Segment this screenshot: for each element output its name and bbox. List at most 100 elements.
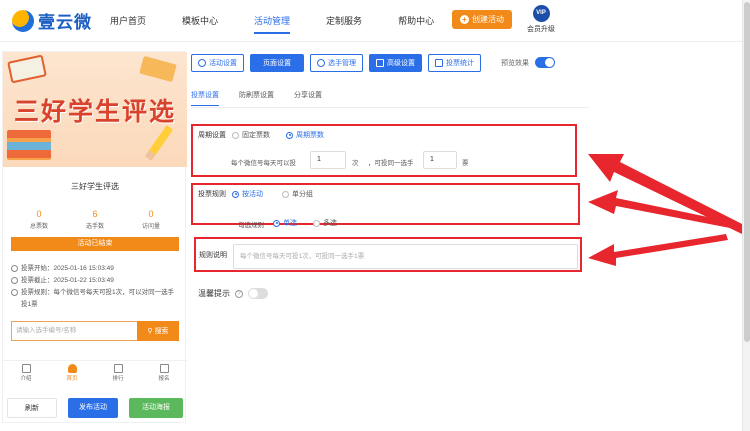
- radio-single-choice[interactable]: 单选: [273, 218, 297, 228]
- tab-label: 首页: [66, 376, 78, 382]
- page-scrollbar[interactable]: [742, 0, 750, 431]
- description-label: 规则说明: [199, 252, 227, 259]
- book-icon: [7, 54, 47, 84]
- button-label: 投票统计: [446, 60, 474, 67]
- subtab-divider: [191, 107, 589, 108]
- main-nav: 用户首页 模板中心 活动管理 定制服务 帮助中心: [110, 14, 470, 34]
- page-settings-button[interactable]: 页面设置: [250, 54, 304, 72]
- button-label: 高级设置: [387, 60, 415, 67]
- stat-value: 6: [92, 209, 98, 219]
- plus-icon: +: [460, 15, 469, 24]
- stat-total-votes: 0 总票数: [11, 209, 67, 230]
- radio-dot: [273, 219, 280, 227]
- button-label: 选手管理: [328, 60, 356, 67]
- player-management-button[interactable]: 选手管理: [310, 54, 363, 72]
- refresh-button[interactable]: 刷新: [7, 398, 57, 418]
- tab-home[interactable]: 首页: [49, 361, 95, 384]
- same-player-input[interactable]: 1: [423, 151, 457, 169]
- radio-dot: [282, 190, 289, 198]
- tab-ranking[interactable]: 排行: [95, 361, 141, 384]
- red-arrow-icon: [588, 234, 728, 266]
- vote-stats-button[interactable]: 投票统计: [428, 54, 481, 72]
- gear-icon: [198, 59, 206, 67]
- logo-icon: [12, 9, 34, 32]
- help-icon[interactable]: ?: [235, 289, 243, 298]
- info-rule: 投票规则：每个微信号每天可投1次，可以对同一选手投1票: [11, 287, 179, 311]
- stat-value: 0: [148, 209, 154, 219]
- check-rule-label: 勾选规则: [238, 222, 264, 229]
- stat-players: 6 选手数: [67, 209, 123, 230]
- stat-label: 选手数: [85, 224, 104, 230]
- publish-button[interactable]: 发布活动: [68, 398, 118, 418]
- clock-icon: [11, 265, 18, 272]
- per-day-input[interactable]: 1: [310, 151, 346, 169]
- clock-icon: [11, 277, 18, 284]
- advanced-settings-button[interactable]: 高级设置: [369, 54, 422, 72]
- radio-label: 按活动: [242, 191, 263, 198]
- radio-dot: [232, 190, 239, 198]
- settings-subtabs: 投票设置 防刷票设置 分享设置: [191, 90, 342, 106]
- info-start: 投票开始：2025-01-16 15:03:49: [11, 263, 179, 275]
- nav-item-home[interactable]: 用户首页: [110, 14, 146, 27]
- activity-settings-button[interactable]: 活动设置: [191, 54, 244, 72]
- subtab-anti-cheat[interactable]: 防刷票设置: [239, 90, 274, 106]
- radio-fixed-votes[interactable]: 固定票数: [232, 130, 270, 140]
- preview-toggle-row: 预览效果: [501, 57, 555, 68]
- poster-button[interactable]: 活动海报: [129, 398, 183, 418]
- radio-dot: [286, 131, 293, 139]
- info-start-text: 投票开始：2025-01-16 15:03:49: [21, 265, 114, 272]
- nav-item-templates[interactable]: 模板中心: [182, 14, 218, 27]
- same-player-prefix: ，可投同一选手: [368, 160, 414, 167]
- radio-cycle-votes[interactable]: 周期票数: [286, 130, 324, 140]
- tab-label: 报名: [158, 376, 170, 382]
- tip-label: 温馨提示: [198, 289, 230, 298]
- info-end: 投票截止：2025-01-22 15:03:49: [11, 275, 179, 287]
- tab-signup[interactable]: 报名: [141, 361, 187, 384]
- button-label: 活动设置: [209, 60, 237, 67]
- rule-description-textarea[interactable]: 每个微信号每天可投1次，可投同一选手1票: [233, 244, 578, 269]
- info-end-text: 投票截止：2025-01-22 15:03:49: [21, 277, 114, 284]
- stat-label: 总票数: [29, 224, 48, 230]
- top-bar: 壹云微 用户首页 模板中心 活动管理 定制服务 帮助中心 + 创建活动 VIP …: [0, 0, 750, 42]
- stat-label: 访问量: [141, 224, 160, 230]
- info-rule-text: 投票规则：每个微信号每天可投1次，可以对同一选手投1票: [21, 289, 175, 308]
- intro-icon: [21, 364, 31, 373]
- brand-name: 壹云微: [38, 13, 92, 32]
- same-player-unit: 票: [462, 160, 469, 167]
- per-day-unit: 次: [352, 160, 359, 167]
- radio-label: 周期票数: [296, 132, 324, 139]
- subtab-share[interactable]: 分享设置: [294, 90, 322, 106]
- preview-toggle[interactable]: [535, 57, 555, 68]
- tab-intro[interactable]: 介绍: [3, 361, 49, 384]
- player-search-button[interactable]: ⚲ 搜索: [137, 321, 179, 341]
- activity-ended-bar: 活动已结束: [11, 237, 179, 251]
- player-search: 请输入选手编号/名称 ⚲ 搜索: [11, 321, 179, 341]
- create-activity-button[interactable]: + 创建活动: [452, 10, 512, 29]
- create-activity-label: 创建活动: [472, 15, 504, 24]
- player-search-input[interactable]: 请输入选手编号/名称: [11, 321, 137, 341]
- preview-label: 预览效果: [501, 59, 529, 67]
- subtab-vote[interactable]: 投票设置: [191, 90, 219, 106]
- annotation-arrows: [588, 154, 746, 266]
- radio-single-group[interactable]: 单分组: [282, 189, 313, 199]
- radio-label: 单分组: [292, 191, 313, 198]
- activity-title: 三好学生评选: [71, 182, 119, 191]
- nav-item-activities[interactable]: 活动管理: [254, 14, 291, 34]
- tip-toggle[interactable]: [248, 288, 268, 299]
- radio-multi-choice[interactable]: 多选: [313, 218, 337, 228]
- logo[interactable]: 壹云微: [12, 8, 92, 33]
- pencil-icon: [144, 125, 174, 161]
- nav-item-custom[interactable]: 定制服务: [326, 14, 362, 27]
- vip-upgrade[interactable]: VIP 会员升级: [524, 5, 558, 34]
- books-stack-icon: [7, 130, 51, 160]
- nav-item-help[interactable]: 帮助中心: [398, 14, 434, 27]
- radio-by-activity[interactable]: 按活动: [232, 189, 263, 199]
- vip-label: 会员升级: [527, 26, 555, 33]
- rule-label: 投票规则: [198, 191, 226, 198]
- vip-icon: VIP: [532, 5, 550, 22]
- button-label: 页面设置: [263, 60, 291, 67]
- ribbon-decoration: [139, 55, 177, 83]
- radio-dot: [232, 131, 239, 139]
- period-label: 周期设置: [198, 132, 226, 139]
- scrollbar-thumb[interactable]: [744, 2, 750, 342]
